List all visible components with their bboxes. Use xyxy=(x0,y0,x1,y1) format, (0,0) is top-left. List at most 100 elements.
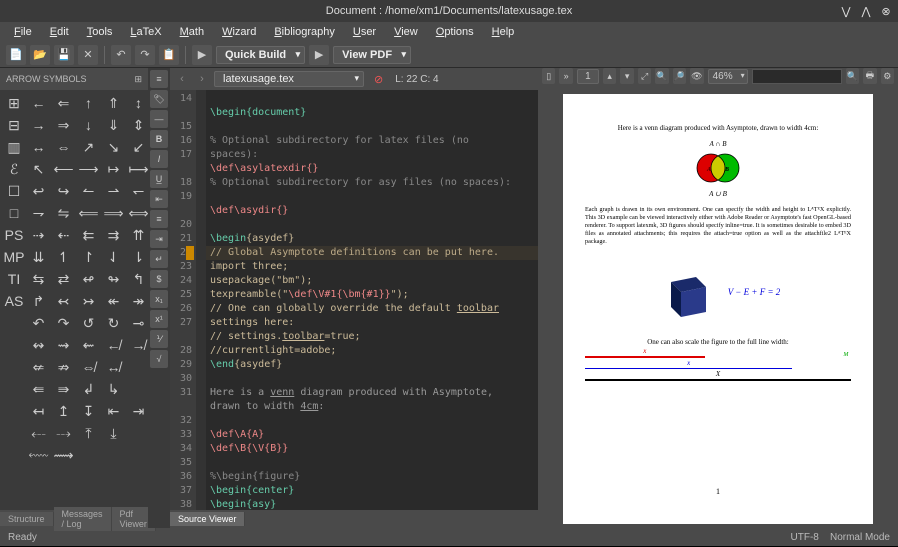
arrow-symbol[interactable]: ⇎ xyxy=(76,356,101,378)
arrow-symbol[interactable]: ↽ xyxy=(126,180,148,202)
tab-messages[interactable]: Messages / Log xyxy=(54,507,112,531)
arrow-symbol[interactable]: ⇈ xyxy=(126,224,148,246)
pdf-page[interactable]: Here is a venn diagram produced with Asy… xyxy=(563,94,873,524)
category-icon[interactable]: ▥ xyxy=(2,136,26,158)
arrow-symbol[interactable]: ⟵ xyxy=(51,158,76,180)
arrow-symbol[interactable]: ⇏ xyxy=(51,356,76,378)
close-icon[interactable]: ⊗ xyxy=(880,5,892,17)
arrow-symbol[interactable]: ⇜ xyxy=(76,334,101,356)
arrow-symbol[interactable]: ↻ xyxy=(101,312,126,334)
open-file-icon[interactable]: 📂 xyxy=(30,45,50,65)
maximize-icon[interactable]: ⋀ xyxy=(860,5,872,17)
view-icon[interactable]: ▶ xyxy=(309,45,329,65)
page-number[interactable]: 1 xyxy=(577,69,599,84)
side-label-icon[interactable]: 🏷 xyxy=(150,90,168,108)
arrow-symbol[interactable]: ↩ xyxy=(26,180,51,202)
side-math-icon[interactable]: $ xyxy=(150,270,168,288)
arrow-symbol[interactable]: ↫ xyxy=(76,268,101,290)
arrow-symbol[interactable]: ⇀ xyxy=(101,180,126,202)
category-icon[interactable]: ⊞ xyxy=(2,92,26,114)
arrow-symbol[interactable]: ⇤ xyxy=(101,400,126,422)
arrow-symbol[interactable]: ↖ xyxy=(26,158,51,180)
arrow-symbol[interactable]: ⊸ xyxy=(126,312,148,334)
arrow-symbol[interactable]: ⇋ xyxy=(51,202,76,224)
side-sup-icon[interactable]: x¹ xyxy=(150,310,168,328)
menu-edit[interactable]: Edit xyxy=(42,24,77,40)
arrow-symbol[interactable]: ↲ xyxy=(76,378,101,400)
arrow-symbol[interactable]: ⟺ xyxy=(126,202,148,224)
minimize-icon[interactable]: ⋁ xyxy=(840,5,852,17)
arrow-symbol[interactable]: ↦ xyxy=(101,158,126,180)
error-icon[interactable]: ⊘ xyxy=(374,73,383,86)
arrow-symbol[interactable]: ⇥ xyxy=(126,400,148,422)
arrow-symbol[interactable]: ↓ xyxy=(76,114,101,136)
arrow-symbol[interactable]: ⇕ xyxy=(126,114,148,136)
save-file-icon[interactable]: 💾 xyxy=(54,45,74,65)
arrow-symbol[interactable]: ⇝ xyxy=(51,334,76,356)
settings-icon[interactable]: ⚙ xyxy=(881,68,894,84)
arrow-symbol[interactable]: ↪ xyxy=(51,180,76,202)
arrow-symbol[interactable]: ↕ xyxy=(126,92,148,114)
arrow-symbol[interactable]: ⤒ xyxy=(76,422,101,444)
arrow-symbol[interactable]: ↗ xyxy=(76,136,101,158)
undo-icon[interactable]: ↶ xyxy=(111,45,131,65)
arrow-symbol[interactable]: ⟶ xyxy=(76,158,101,180)
menu-biblio[interactable]: Bibliography xyxy=(266,24,343,40)
side-rightalign-icon[interactable]: ⇥ xyxy=(150,230,168,248)
menu-file[interactable]: File xyxy=(6,24,40,40)
menu-view[interactable]: View xyxy=(386,24,426,40)
arrow-symbol[interactable]: ⇊ xyxy=(26,246,51,268)
arrow-symbol[interactable]: ⇄ xyxy=(51,268,76,290)
arrow-symbol[interactable]: ⇒ xyxy=(51,114,76,136)
panel-collapse-icon[interactable]: ⊞ xyxy=(134,74,142,85)
arrow-symbol[interactable]: ⤎ xyxy=(26,422,51,444)
menu-wizard[interactable]: Wizard xyxy=(214,24,264,40)
arrow-symbol[interactable]: ⇛ xyxy=(51,378,76,400)
category-icon[interactable]: ℰ xyxy=(2,158,26,180)
new-file-icon[interactable]: 📄 xyxy=(6,45,26,65)
side-sep-icon[interactable]: — xyxy=(150,110,168,128)
side-leftalign-icon[interactable]: ⇤ xyxy=(150,190,168,208)
arrow-symbol[interactable]: ↼ xyxy=(76,180,101,202)
menu-latex[interactable]: LaTeX xyxy=(122,24,169,40)
fit-icon[interactable]: ⤢ xyxy=(638,68,651,84)
arrow-symbol[interactable]: ↢ xyxy=(51,290,76,312)
page-down-icon[interactable]: ▾ xyxy=(620,68,633,84)
viewpdf-combo[interactable]: View PDF xyxy=(333,46,411,64)
close-file-icon[interactable]: ✕ xyxy=(78,45,98,65)
redo-icon[interactable]: ↷ xyxy=(135,45,155,65)
arrow-symbol[interactable]: ↳ xyxy=(101,378,126,400)
arrow-symbol[interactable]: ↰ xyxy=(126,268,148,290)
arrow-symbol[interactable]: ↥ xyxy=(51,400,76,422)
category-icon[interactable]: TI xyxy=(2,268,26,290)
arrow-symbol[interactable]: ⇉ xyxy=(101,224,126,246)
search-input[interactable] xyxy=(752,69,842,84)
arrow-symbol[interactable]: ↚ xyxy=(101,334,126,356)
category-icon[interactable]: ☐ xyxy=(2,180,26,202)
side-italic-icon[interactable]: I xyxy=(150,150,168,168)
arrow-symbol[interactable]: ⤏ xyxy=(51,422,76,444)
arrow-symbol[interactable]: ↛ xyxy=(126,334,148,356)
side-part-icon[interactable]: ≡ xyxy=(150,70,168,88)
zoom-out-icon[interactable]: 🔎 xyxy=(673,68,686,84)
arrow-symbol[interactable]: ⇂ xyxy=(126,246,148,268)
side-center-icon[interactable]: ≡ xyxy=(150,210,168,228)
zoom-in-icon[interactable]: 🔍 xyxy=(655,68,668,84)
run-icon[interactable]: ▶ xyxy=(192,45,212,65)
arrow-symbol[interactable]: ⇐ xyxy=(51,92,76,114)
arrow-symbol[interactable]: ↧ xyxy=(76,400,101,422)
arrow-symbol[interactable]: ⟹ xyxy=(101,202,126,224)
arrow-symbol[interactable]: ↶ xyxy=(26,312,51,334)
arrow-symbol[interactable]: ⇃ xyxy=(101,246,126,268)
category-icon[interactable]: □ xyxy=(2,202,26,224)
zoom-combo[interactable]: 46% xyxy=(708,69,748,84)
arrow-symbol[interactable]: ↷ xyxy=(51,312,76,334)
arrow-symbol[interactable]: ↠ xyxy=(126,290,148,312)
side-sqrt-icon[interactable]: √ xyxy=(150,350,168,368)
arrow-symbol[interactable]: ⇚ xyxy=(26,378,51,400)
page-layout-icon[interactable]: ▯ xyxy=(542,68,555,84)
arrow-symbol[interactable]: ↱ xyxy=(26,290,51,312)
nav-back-icon[interactable]: ‹ xyxy=(174,71,190,87)
arrow-symbol[interactable]: ↤ xyxy=(26,400,51,422)
side-frac-icon[interactable]: ⅟ xyxy=(150,330,168,348)
